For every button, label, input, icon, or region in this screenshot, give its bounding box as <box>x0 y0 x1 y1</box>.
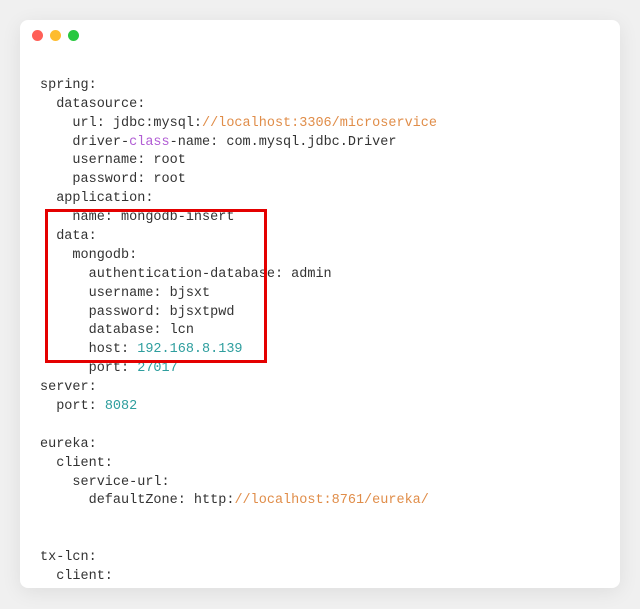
code-line: mongodb: <box>40 247 608 266</box>
content-wrapper: spring: datasource: url: jdbc:mysql://lo… <box>20 50 620 588</box>
code-line: username: root <box>40 152 608 171</box>
code-line: client: <box>40 568 608 580</box>
code-line: database: lcn <box>40 322 608 341</box>
code-line: defaultZone: http://localhost:8761/eurek… <box>40 492 608 511</box>
code-line: service-url: <box>40 474 608 493</box>
code-line: client: <box>40 455 608 474</box>
code-line: spring: <box>40 77 608 96</box>
close-icon[interactable] <box>32 30 43 41</box>
text: driver- <box>40 135 129 150</box>
text: -name: com.mysql.jdbc.Driver <box>170 135 397 150</box>
code-line: url: jdbc:mysql://localhost:3306/microse… <box>40 115 608 134</box>
code-line: application: <box>40 190 608 209</box>
code-line: data: <box>40 228 608 247</box>
scroll-area[interactable]: spring: datasource: url: jdbc:mysql://lo… <box>28 50 612 580</box>
server-port-value: 8082 <box>105 399 137 414</box>
code-line: username: bjsxt <box>40 285 608 304</box>
port-value: 27017 <box>137 361 178 376</box>
minimize-icon[interactable] <box>50 30 61 41</box>
code-line: name: mongodb-insert <box>40 209 608 228</box>
text: url: jdbc:mysql: <box>40 116 202 131</box>
code-window: spring: datasource: url: jdbc:mysql://lo… <box>20 20 620 588</box>
url-link: //localhost:3306/microservice <box>202 116 437 131</box>
code-line: authentication-database: admin <box>40 266 608 285</box>
code-line: server: <box>40 379 608 398</box>
text: defaultZone: http: <box>40 493 234 508</box>
code-block: spring: datasource: url: jdbc:mysql://lo… <box>40 58 608 580</box>
code-line: password: root <box>40 171 608 190</box>
text: port: <box>40 361 137 376</box>
code-line <box>40 417 608 436</box>
maximize-icon[interactable] <box>68 30 79 41</box>
eureka-link: //localhost:8761/eureka/ <box>234 493 428 508</box>
code-line: tx-lcn: <box>40 549 608 568</box>
code-line: driver-class-name: com.mysql.jdbc.Driver <box>40 134 608 153</box>
code-line <box>40 511 608 530</box>
code-line: password: bjsxtpwd <box>40 304 608 323</box>
keyword-class: class <box>129 135 170 150</box>
text: host: <box>40 342 137 357</box>
code-line: eureka: <box>40 436 608 455</box>
code-line: port: 8082 <box>40 398 608 417</box>
text: port: <box>40 399 105 414</box>
code-line: host: 192.168.8.139 <box>40 341 608 360</box>
titlebar <box>20 20 620 50</box>
code-line: port: 27017 <box>40 360 608 379</box>
code-line <box>40 530 608 549</box>
code-line: datasource: <box>40 96 608 115</box>
host-value: 192.168.8.139 <box>137 342 242 357</box>
